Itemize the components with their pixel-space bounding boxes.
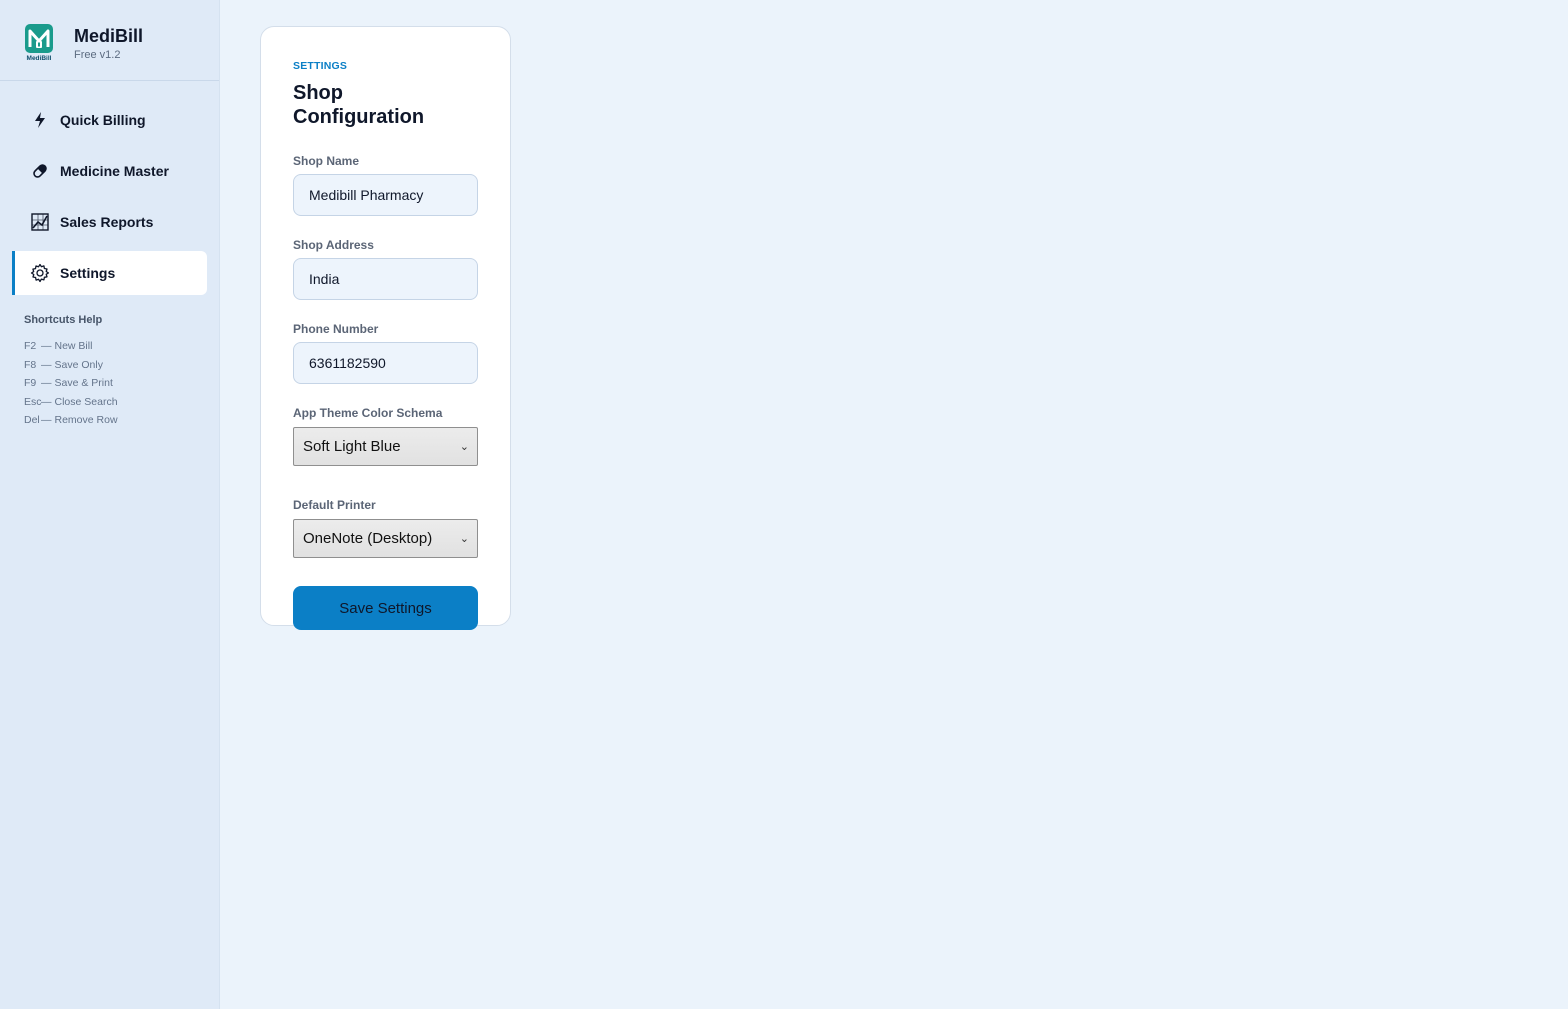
shortcut-item: F8 — Save Only xyxy=(24,356,219,375)
shortcut-key: Del xyxy=(24,414,40,426)
app-version: Free v1.2 xyxy=(74,49,121,61)
theme-select-label: App Theme Color Schema xyxy=(293,406,443,420)
phone-number-input[interactable] xyxy=(293,342,478,384)
sidebar-item-label: Sales Reports xyxy=(60,214,154,230)
shortcut-separator: — xyxy=(41,414,52,426)
shortcut-separator: — xyxy=(41,340,52,352)
shortcut-item: Del — Remove Row xyxy=(24,411,219,430)
page-title: Shop Configuration xyxy=(293,82,425,128)
theme-select[interactable]: Soft Light Blue ⌄ xyxy=(293,427,478,466)
printer-select[interactable]: OneNote (Desktop) ⌄ xyxy=(293,519,478,558)
app-name: MediBill xyxy=(74,26,144,46)
shop-name-label: Shop Name xyxy=(293,154,360,168)
sidebar-item-sales-reports[interactable]: Sales Reports xyxy=(12,200,207,244)
shortcut-item: Esc — Close Search xyxy=(24,393,219,412)
sidebar-item-label: Quick Billing xyxy=(60,112,146,128)
section-eyebrow: SETTINGS xyxy=(293,60,348,72)
shortcut-action: Save Only xyxy=(54,358,103,371)
app-window: MediBill MediBill Free v1.2 Quick Billin… xyxy=(0,0,1568,1009)
shortcut-action: New Bill xyxy=(54,340,93,352)
chevron-down-icon: ⌄ xyxy=(459,441,469,453)
theme-select-value: Soft Light Blue xyxy=(303,438,401,455)
brand-header: MediBill MediBill Free v1.2 xyxy=(0,0,219,81)
settings-card: SETTINGS Shop Configuration Shop Name Sh… xyxy=(260,26,511,630)
printer-select-value: OneNote (Desktop) xyxy=(303,530,433,547)
shortcut-key: F8 xyxy=(24,358,37,371)
shop-address-input[interactable] xyxy=(293,258,478,300)
shortcut-item: F2 — New Bill xyxy=(24,337,219,356)
shortcuts-help: Shortcuts Help F2 — New Bill F8 — Save O… xyxy=(0,302,219,430)
shortcut-separator: — xyxy=(41,377,52,389)
sidebar-nav: Quick Billing Medicine Master Sales Repo… xyxy=(0,81,219,295)
chart-icon xyxy=(30,212,50,232)
main-content: SETTINGS Shop Configuration Shop Name Sh… xyxy=(220,0,1568,1009)
sidebar-item-settings[interactable]: Settings xyxy=(12,251,207,295)
shortcut-key: Esc xyxy=(24,395,42,408)
app-logo: MediBill xyxy=(24,24,54,62)
printer-select-label: Default Printer xyxy=(293,498,376,512)
sidebar: MediBill MediBill Free v1.2 Quick Billin… xyxy=(0,0,220,1009)
shortcut-action: Save & Print xyxy=(54,377,113,389)
shortcut-action: Close Search xyxy=(54,395,118,408)
sidebar-item-label: Medicine Master xyxy=(60,163,169,179)
lightning-icon xyxy=(30,110,50,130)
phone-number-label: Phone Number xyxy=(293,322,379,336)
svg-text:MediBill: MediBill xyxy=(27,55,52,62)
shortcut-key: F2 xyxy=(24,340,37,352)
sidebar-item-medicine-master[interactable]: Medicine Master xyxy=(12,149,207,193)
shortcut-key: F9 xyxy=(24,377,37,389)
sidebar-item-label: Settings xyxy=(60,265,116,281)
pill-icon xyxy=(30,161,50,181)
shortcut-action: Remove Row xyxy=(54,414,118,426)
shortcut-separator: — xyxy=(41,395,52,408)
save-settings-button[interactable]: Save Settings xyxy=(293,586,478,630)
shortcuts-title: Shortcuts Help xyxy=(24,314,103,326)
gear-icon xyxy=(30,263,50,283)
shop-address-label: Shop Address xyxy=(293,238,374,252)
chevron-down-icon: ⌄ xyxy=(459,533,469,545)
shortcut-item: F9 — Save & Print xyxy=(24,374,219,393)
shop-name-input[interactable] xyxy=(293,174,478,216)
shortcut-separator: — xyxy=(41,358,52,371)
sidebar-item-quick-billing[interactable]: Quick Billing xyxy=(12,98,207,142)
